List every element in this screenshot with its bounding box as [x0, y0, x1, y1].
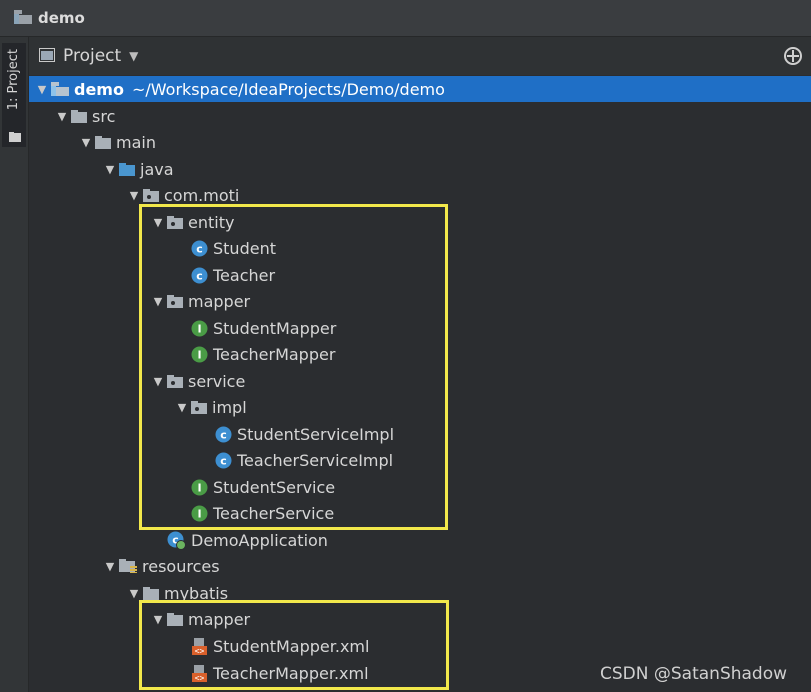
- folder-icon: [71, 109, 87, 123]
- spring-boot-class-icon: c: [167, 531, 186, 550]
- folder-icon: [143, 586, 159, 600]
- expand-arrow-icon[interactable]: ▼: [33, 83, 51, 96]
- locate-target-icon[interactable]: [783, 46, 803, 70]
- expand-arrow-icon[interactable]: ▼: [101, 560, 119, 573]
- tree-path-demo: ~/Workspace/IdeaProjects/Demo/demo: [131, 79, 445, 99]
- tree-label-demo-application: DemoApplication: [191, 530, 328, 550]
- folder-icon: [95, 135, 111, 149]
- project-view-title[interactable]: Project: [63, 46, 121, 66]
- tree-row-demo-application[interactable]: c DemoApplication: [29, 527, 811, 553]
- tree-label-com-moti: com.moti: [164, 185, 240, 205]
- resources-folder-icon: [119, 559, 137, 573]
- project-view-icon: [39, 47, 55, 66]
- tree-label-resources: resources: [142, 556, 220, 576]
- watermark: CSDN @SatanShadow: [600, 664, 788, 684]
- project-tab-label: 1: Project: [6, 49, 21, 111]
- tree-row-resources[interactable]: ▼ resources: [29, 553, 811, 579]
- title-bar: demo: [0, 0, 811, 37]
- tree-row-src[interactable]: ▼ src: [29, 103, 811, 129]
- expand-arrow-icon[interactable]: ▼: [77, 136, 95, 149]
- window-title: demo: [38, 9, 85, 27]
- expand-arrow-icon[interactable]: ▼: [125, 587, 143, 600]
- tree-label-main: main: [116, 132, 156, 152]
- highlight-box-packages: [139, 204, 448, 530]
- project-panel-header: Project ▼: [29, 37, 811, 75]
- package-icon: [143, 188, 159, 202]
- folder-icon: [9, 127, 21, 146]
- source-folder-icon: [119, 162, 135, 176]
- view-dropdown-icon[interactable]: ▼: [129, 49, 138, 63]
- module-folder-icon: [51, 82, 69, 96]
- highlight-box-mapper-xml: [139, 600, 449, 690]
- project-folder-icon: [14, 9, 32, 28]
- expand-arrow-icon[interactable]: ▼: [53, 110, 71, 123]
- tree-row-java[interactable]: ▼ java: [29, 156, 811, 182]
- tree-row-demo[interactable]: ▼ demo ~/Workspace/IdeaProjects/Demo/dem…: [29, 76, 811, 102]
- expand-arrow-icon[interactable]: ▼: [101, 163, 119, 176]
- tree-label-demo: demo: [74, 79, 124, 99]
- expand-arrow-icon[interactable]: ▼: [125, 189, 143, 202]
- tree-label-java: java: [140, 159, 174, 179]
- tree-row-main[interactable]: ▼ main: [29, 129, 811, 155]
- tool-window-sidebar: 1: Project: [0, 37, 29, 692]
- tree-label-src: src: [92, 106, 116, 126]
- project-tool-tab[interactable]: 1: Project: [2, 43, 26, 147]
